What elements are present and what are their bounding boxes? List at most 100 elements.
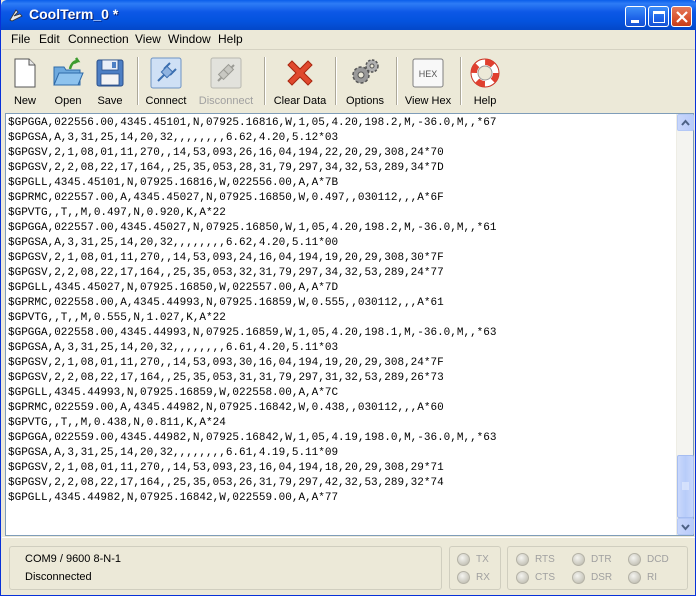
cts-led bbox=[516, 571, 529, 584]
toolbar-separator bbox=[396, 57, 398, 105]
disconnect-button[interactable]: Disconnect bbox=[198, 55, 254, 109]
minimize-button[interactable] bbox=[625, 6, 646, 27]
cts-label: CTS bbox=[535, 572, 555, 583]
hex-icon-text: HEX bbox=[419, 69, 438, 79]
dsr-led bbox=[572, 571, 585, 584]
tx-label: TX bbox=[476, 554, 489, 565]
terminal-line: $GPGGA,022556.00,4345.45101,N,07925.1681… bbox=[8, 117, 497, 129]
connect-label: Connect bbox=[145, 95, 187, 107]
terminal-line: $GPRMC,022558.00,A,4345.44993,N,07925.16… bbox=[8, 297, 444, 309]
help-button[interactable]: Help bbox=[468, 55, 502, 109]
open-folder-icon bbox=[53, 57, 84, 86]
terminal-line: $GPGSV,2,1,08,01,11,270,,14,53,093,26,16… bbox=[8, 147, 444, 159]
floppy-disk-icon bbox=[96, 59, 124, 87]
options-label: Options bbox=[346, 95, 384, 107]
terminal-line: $GPRMC,022557.00,A,4345.45027,N,07925.16… bbox=[8, 192, 444, 204]
terminal-line: $GPVTG,,T,,M,0.438,N,0.811,K,A*24 bbox=[8, 417, 226, 429]
menu-help[interactable]: Help bbox=[218, 32, 243, 46]
clear-data-button[interactable]: Clear Data bbox=[272, 55, 328, 109]
rx-led bbox=[457, 571, 470, 584]
red-x-icon bbox=[287, 60, 313, 86]
minimize-icon bbox=[631, 20, 639, 23]
options-button[interactable]: Options bbox=[344, 55, 386, 109]
toolbar-separator bbox=[335, 57, 337, 105]
open-button[interactable]: Open bbox=[51, 55, 85, 109]
new-document-icon bbox=[14, 58, 36, 88]
terminal-line: $GPGSV,2,1,08,01,11,270,,14,53,093,24,16… bbox=[8, 252, 444, 264]
chevron-down-icon bbox=[681, 524, 690, 531]
toolbar-separator bbox=[137, 57, 139, 105]
new-label: New bbox=[13, 95, 36, 107]
terminal-output[interactable]: $GPGGA,022556.00,4345.45101,N,07925.1681… bbox=[5, 113, 694, 536]
terminal-line: $GPVTG,,T,,M,0.497,N,0.920,K,A*22 bbox=[8, 207, 226, 219]
connection-state-text: Disconnected bbox=[25, 571, 92, 583]
grip-icon bbox=[682, 482, 689, 490]
disconnect-label: Disconnect bbox=[198, 95, 254, 107]
ri-led bbox=[628, 571, 641, 584]
view-hex-label: View Hex bbox=[404, 95, 452, 107]
connection-status-panel: COM9 / 9600 8-N-1 Disconnected bbox=[9, 546, 442, 590]
menu-file[interactable]: File bbox=[11, 32, 30, 46]
dtr-label: DTR bbox=[591, 554, 612, 565]
tx-rx-led-group: TX RX bbox=[449, 546, 501, 590]
terminal-line: $GPGSA,A,3,31,25,14,20,32,,,,,,,,6.62,4.… bbox=[8, 237, 339, 249]
close-button[interactable] bbox=[671, 6, 692, 27]
terminal-line: $GPRMC,022559.00,A,4345.44982,N,07925.16… bbox=[8, 402, 444, 414]
scroll-down-button[interactable] bbox=[677, 518, 694, 535]
terminal-line: $GPGSV,2,2,08,22,17,164,,25,35,053,28,31… bbox=[8, 162, 444, 174]
dcd-label: DCD bbox=[647, 554, 669, 565]
toolbar: New Open Save Connect Disconnect Clear D… bbox=[2, 51, 695, 111]
terminal-line: $GPVTG,,T,,M,0.555,N,1.027,K,A*22 bbox=[8, 312, 226, 324]
dcd-led bbox=[628, 553, 641, 566]
help-label: Help bbox=[473, 95, 497, 107]
terminal-line: $GPGSV,2,2,08,22,17,164,,25,35,053,26,31… bbox=[8, 477, 444, 489]
toolbar-separator bbox=[460, 57, 462, 105]
terminal-line: $GPGLL,4345.44982,N,07925.16842,W,022559… bbox=[8, 492, 339, 504]
chevron-up-icon bbox=[681, 119, 690, 126]
new-button[interactable]: New bbox=[8, 55, 42, 109]
disconnect-plug-icon bbox=[210, 57, 242, 89]
scroll-thumb[interactable] bbox=[677, 455, 694, 518]
window-title: CoolTerm_0 * bbox=[29, 6, 119, 22]
rx-label: RX bbox=[476, 572, 490, 583]
ri-label: RI bbox=[647, 572, 657, 583]
scroll-up-button[interactable] bbox=[677, 114, 694, 131]
port-settings-text: COM9 / 9600 8-N-1 bbox=[25, 553, 121, 565]
terminal-line: $GPGGA,022559.00,4345.44982,N,07925.1684… bbox=[8, 432, 497, 444]
menu-window[interactable]: Window bbox=[168, 32, 211, 46]
hex-icon: HEX bbox=[412, 58, 444, 88]
terminal-line: $GPGLL,4345.44993,N,07925.16859,W,022558… bbox=[8, 387, 339, 399]
rts-led bbox=[516, 553, 529, 566]
terminal-line: $GPGGA,022557.00,4345.45027,N,07925.1685… bbox=[8, 222, 497, 234]
connect-plug-icon bbox=[150, 57, 182, 89]
toolbar-separator bbox=[264, 57, 266, 105]
app-logo-icon bbox=[9, 9, 23, 22]
terminal-line: $GPGGA,022558.00,4345.44993,N,07925.1685… bbox=[8, 327, 497, 339]
maximize-button[interactable] bbox=[648, 6, 669, 27]
line-status-led-group: RTS CTS DTR DSR DCD RI bbox=[507, 546, 688, 590]
gears-icon bbox=[352, 59, 379, 84]
dsr-label: DSR bbox=[591, 572, 613, 583]
menu-connection[interactable]: Connection bbox=[68, 32, 129, 46]
clear-data-label: Clear Data bbox=[273, 95, 327, 107]
close-icon bbox=[676, 11, 688, 23]
save-button[interactable]: Save bbox=[93, 55, 127, 109]
terminal-line: $GPGSV,2,1,08,01,11,270,,14,53,093,23,16… bbox=[8, 462, 444, 474]
status-bar: COM9 / 9600 8-N-1 Disconnected TX RX RTS… bbox=[2, 537, 695, 595]
menu-view[interactable]: View bbox=[135, 32, 161, 46]
menu-edit[interactable]: Edit bbox=[39, 32, 60, 46]
vertical-scrollbar[interactable] bbox=[676, 114, 694, 535]
open-label: Open bbox=[54, 95, 82, 107]
save-label: Save bbox=[97, 95, 123, 107]
terminal-line: $GPGSV,2,2,08,22,17,164,,25,35,053,32,31… bbox=[8, 267, 444, 279]
title-bar[interactable]: CoolTerm_0 * bbox=[1, 0, 696, 30]
menu-bar: File Edit Connection View Window Help bbox=[2, 30, 695, 50]
connect-button[interactable]: Connect bbox=[143, 55, 189, 109]
app-window: CoolTerm_0 * File Edit Connection View W… bbox=[0, 0, 696, 596]
terminal-line: $GPGSV,2,2,08,22,17,164,,25,35,053,31,31… bbox=[8, 372, 444, 384]
maximize-icon bbox=[653, 11, 665, 23]
terminal-line: $GPGSV,2,1,08,01,11,270,,14,53,093,30,16… bbox=[8, 357, 444, 369]
lifebuoy-icon bbox=[470, 58, 500, 88]
view-hex-button[interactable]: HEX View Hex bbox=[404, 55, 452, 109]
tx-led bbox=[457, 553, 470, 566]
